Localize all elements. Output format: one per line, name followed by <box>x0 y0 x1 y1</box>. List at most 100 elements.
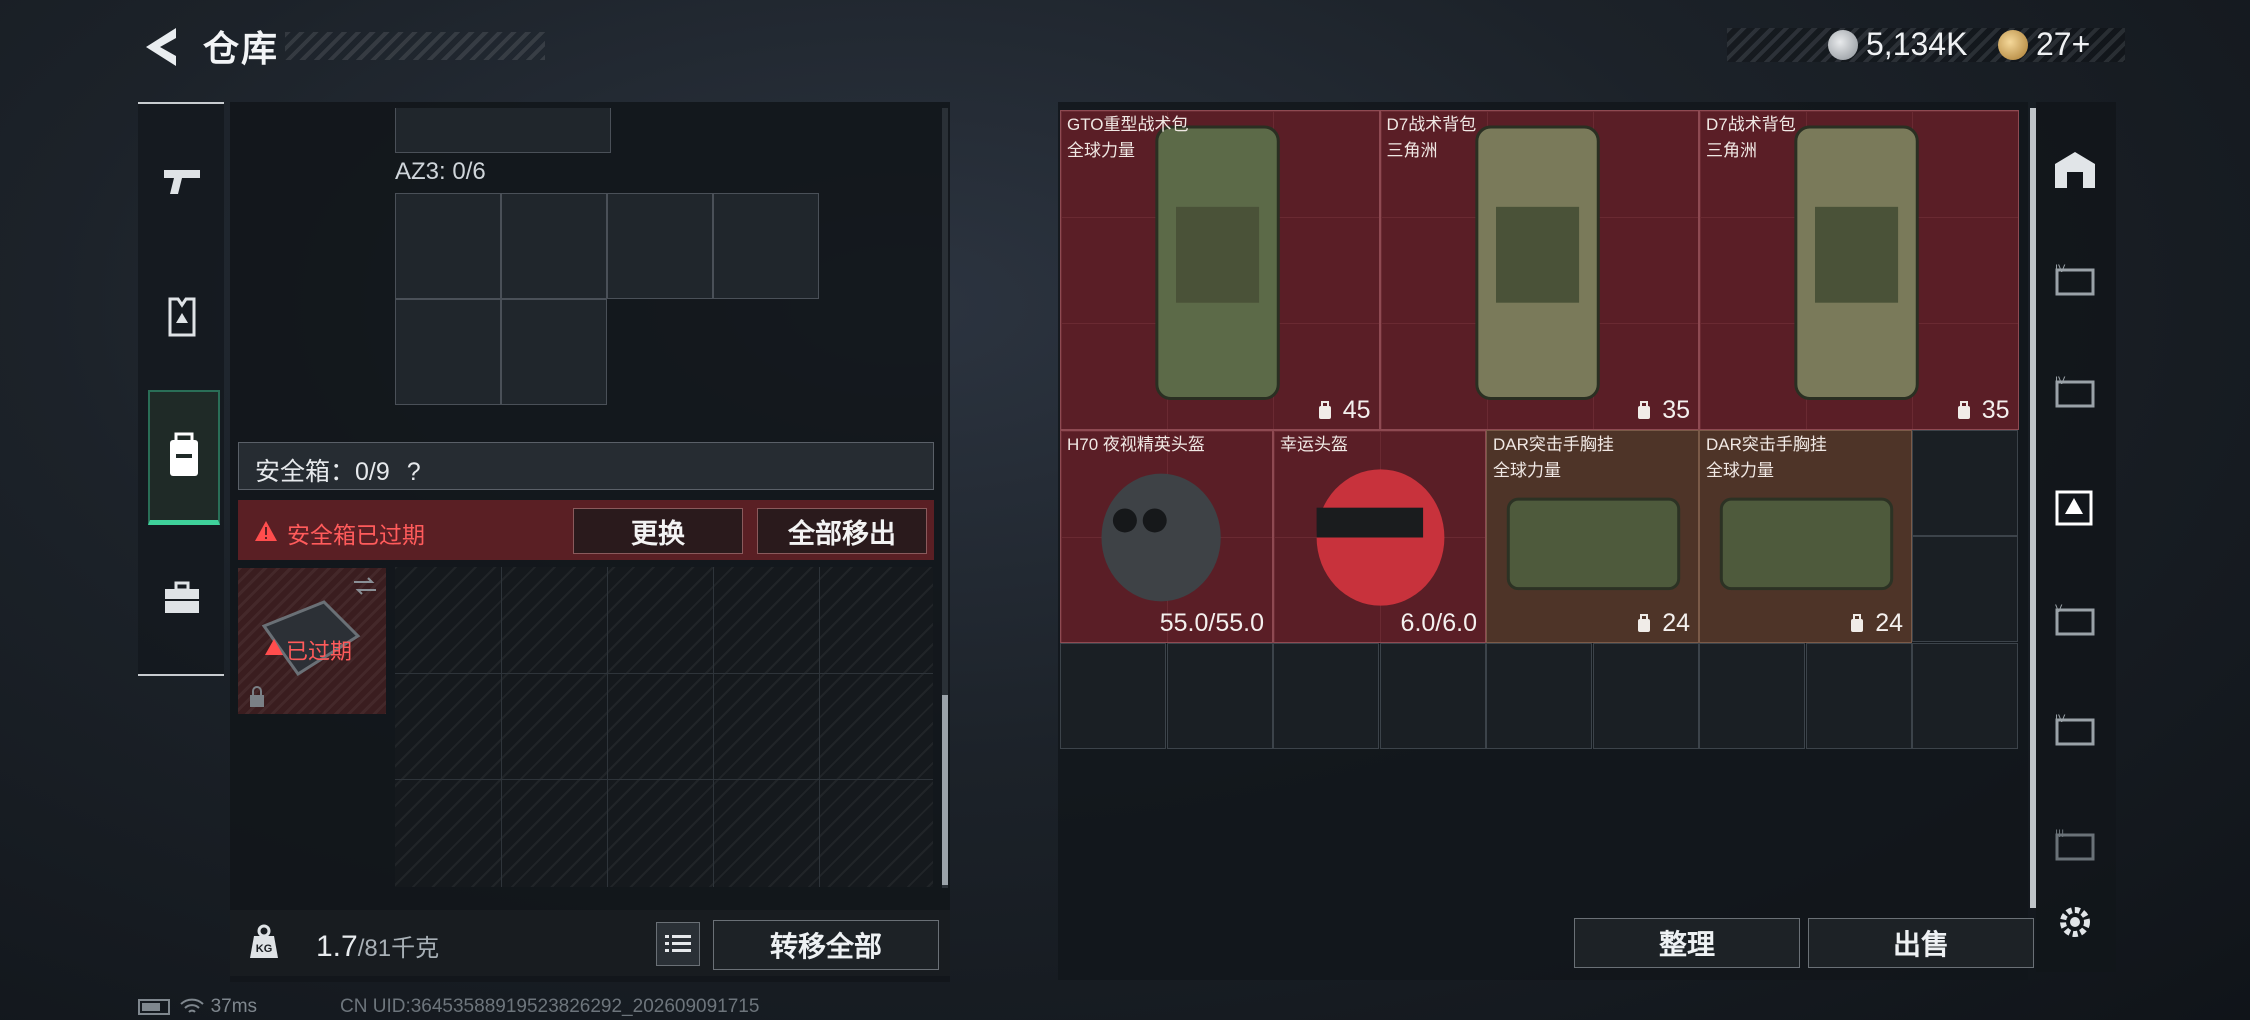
warning-small-icon <box>265 639 283 655</box>
item-stat: 6.0/6.0 <box>1400 608 1477 637</box>
container-grid <box>395 193 823 407</box>
back-button[interactable] <box>138 22 182 72</box>
briefcase-icon <box>165 581 199 613</box>
inventory-slot[interactable] <box>1912 536 2018 642</box>
storage-tier-icon: V <box>2055 603 2095 636</box>
item-stat: 35 <box>1662 395 1690 424</box>
move-all-out-button[interactable]: 全部移出 <box>757 508 927 554</box>
inventory-slot[interactable] <box>1273 642 1379 749</box>
battery-icon <box>138 998 170 1015</box>
wifi-icon <box>180 998 204 1013</box>
inventory-slot[interactable] <box>1060 642 1166 749</box>
backpack-capacity-icon <box>1957 400 1970 419</box>
item-name: 幸运头盔 <box>1280 434 1348 454</box>
safebox-count: 安全箱：0/9 <box>255 458 390 486</box>
title-decoration <box>285 32 545 60</box>
grid-slot[interactable] <box>501 299 607 405</box>
inventory-slot[interactable] <box>1805 642 1912 749</box>
item-faction: 全球力量 <box>1706 460 1774 480</box>
sell-button[interactable]: 出售 <box>1808 918 2034 968</box>
transfer-all-button[interactable]: 转移全部 <box>713 920 939 970</box>
premium-currency-amount: 27+ <box>2036 26 2091 62</box>
rnav-storage-4b[interactable]: IV <box>2045 362 2105 422</box>
weight-display: 1.7/81千克 <box>316 928 439 964</box>
sort-button[interactable]: 整理 <box>1574 918 1800 968</box>
rnav-storage-selected[interactable] <box>2045 478 2105 538</box>
vest-capacity-icon <box>1638 613 1650 632</box>
safebox-label: 安全箱：0/9 ? <box>255 452 421 488</box>
item-stat: 55.0/55.0 <box>1159 608 1264 637</box>
item-name: DAR突击手胸挂 <box>1493 434 1614 454</box>
inventory-item[interactable]: DAR突击手胸挂 全球力量 24 <box>1486 429 1699 643</box>
inventory-slot[interactable] <box>1912 429 2018 536</box>
left-scroll-thumb[interactable] <box>942 695 948 885</box>
rnav-storage-3[interactable]: III <box>2045 815 2105 875</box>
item-name: D7战术背包 <box>1386 115 1477 134</box>
weight-icon: KG <box>250 924 278 958</box>
backpack-capacity-icon <box>1638 400 1650 419</box>
armor-vest-icon <box>168 297 196 337</box>
rnav-all[interactable] <box>2045 140 2105 200</box>
ping: 37ms <box>210 996 258 1017</box>
gear-icon <box>2060 907 2090 937</box>
right-scrollbar[interactable] <box>2030 108 2036 908</box>
coin-amount: 5,134K <box>1866 26 1968 62</box>
rnav-storage-4a[interactable]: IV <box>2045 250 2105 310</box>
list-view-button[interactable] <box>656 922 700 966</box>
item-name: D7战术背包 <box>1706 115 1796 134</box>
status-bar: 37ms <box>138 996 257 1018</box>
safebox-grid-locked <box>395 567 933 887</box>
svg-text:V: V <box>2055 603 2063 615</box>
backpack-capacity-icon <box>1318 400 1331 419</box>
armor-storage-icon <box>2055 490 2093 526</box>
rnav-storage-5[interactable]: V <box>2045 590 2105 650</box>
inventory-item[interactable]: H70 夜视精英头盔 55.0/55.0 <box>1060 429 1273 643</box>
inventory-slot[interactable] <box>1486 642 1592 749</box>
nav-case[interactable] <box>150 566 214 630</box>
item-faction: 三角洲 <box>1706 141 1757 160</box>
item-stat: 24 <box>1875 608 1903 637</box>
inventory-item[interactable]: D7战术背包 三角洲 35 <box>1379 110 1699 430</box>
inventory-slot[interactable] <box>1592 642 1699 749</box>
inventory-item[interactable]: D7战术背包 三角洲 35 <box>1699 110 2019 430</box>
grid-slot[interactable] <box>713 193 819 299</box>
grid-slot[interactable] <box>607 193 713 299</box>
item-faction: 三角洲 <box>1386 141 1438 160</box>
settings-button[interactable] <box>2045 892 2105 952</box>
container-label: AZ3: 0/6 <box>395 158 486 185</box>
rnav-storage-4c[interactable]: IV <box>2045 700 2105 760</box>
pistol-icon <box>164 170 200 194</box>
grid-slot[interactable] <box>395 299 501 405</box>
warning-icon <box>255 521 277 541</box>
help-icon[interactable]: ? <box>407 458 421 486</box>
backpack-icon <box>170 432 198 476</box>
storage-all-icon <box>2055 152 2095 188</box>
item-faction: 全球力量 <box>1493 460 1561 480</box>
grid-slot[interactable] <box>501 193 607 299</box>
inventory-item[interactable]: 幸运头盔 6.0/6.0 <box>1273 429 1486 643</box>
vest-capacity-icon <box>1851 613 1863 632</box>
nav-armor[interactable] <box>150 285 214 349</box>
swap-icon[interactable] <box>352 576 378 596</box>
player-uid: CN UID:36453588919523826292_202609091715 <box>340 996 760 1017</box>
nav-backpack[interactable] <box>148 390 220 525</box>
list-icon <box>665 935 691 952</box>
lock-icon <box>250 686 264 707</box>
inventory-slot[interactable] <box>1166 642 1273 749</box>
nav-weapons[interactable] <box>150 148 214 212</box>
inventory-slot[interactable] <box>1379 642 1486 749</box>
inventory-item[interactable]: DAR突击手胸挂 全球力量 24 <box>1699 429 1912 643</box>
safebox-item[interactable]: 已过期 <box>238 568 386 714</box>
replace-button[interactable]: 更换 <box>573 508 743 554</box>
grid-slot[interactable] <box>395 193 501 299</box>
item-stat: 24 <box>1662 608 1690 637</box>
inventory-item[interactable]: GTO重型战术包 全球力量 45 <box>1060 110 1380 430</box>
svg-text:IV: IV <box>2055 263 2066 275</box>
storage-tier-icon: III <box>2055 828 2095 861</box>
inventory-slot[interactable] <box>1912 642 2018 749</box>
storage-tier-icon: IV <box>2055 263 2095 296</box>
inventory-slot[interactable] <box>1699 642 1805 749</box>
item-name: GTO重型战术包 <box>1067 115 1189 134</box>
item-faction: 全球力量 <box>1067 141 1135 160</box>
item-name: DAR突击手胸挂 <box>1706 434 1827 454</box>
